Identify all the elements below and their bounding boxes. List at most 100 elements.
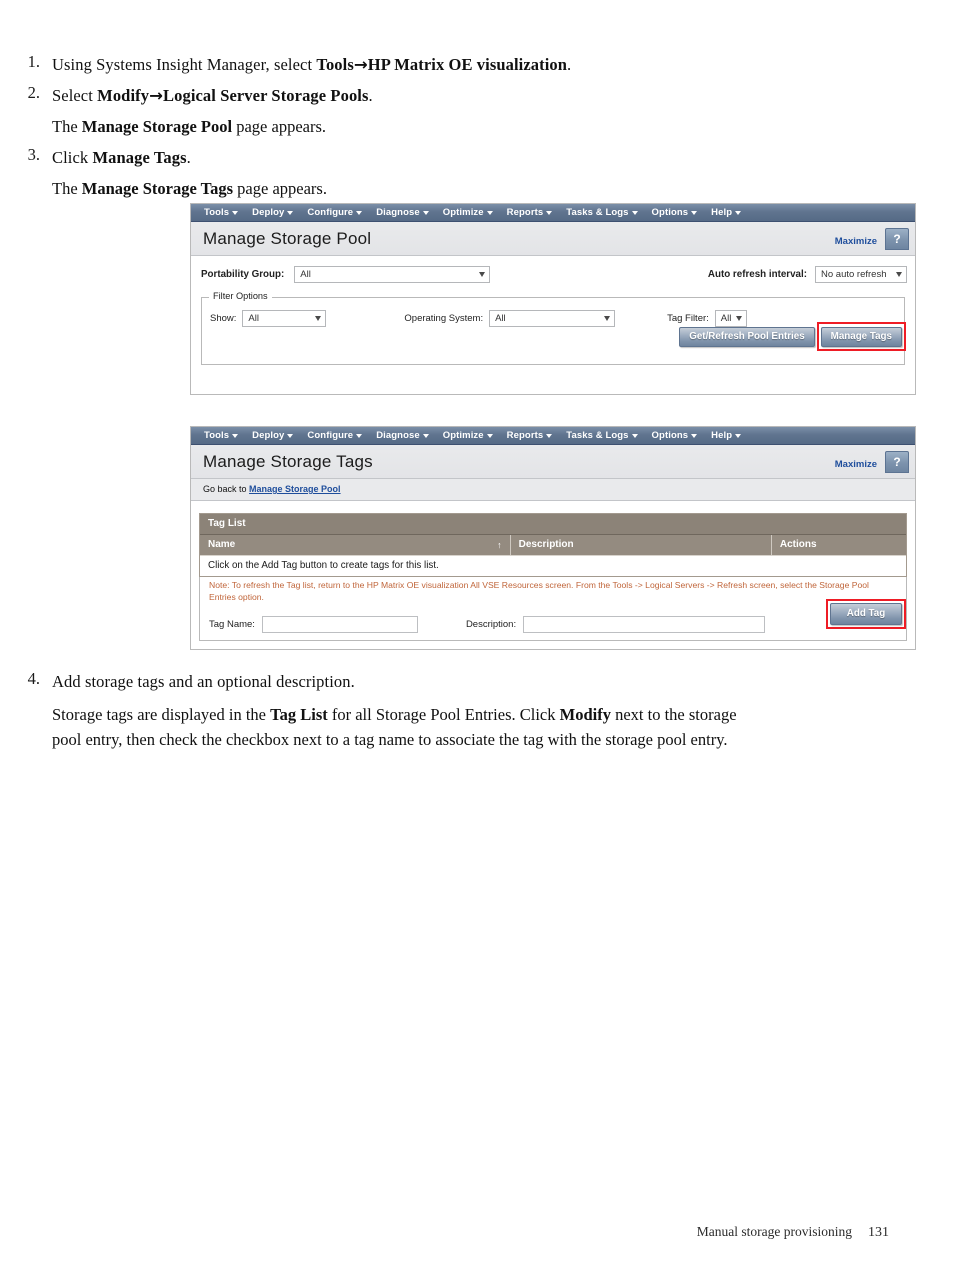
page-footer: Manual storage provisioning 131 [697,1224,889,1241]
help-button[interactable]: ? [885,451,909,473]
manage-tags-button[interactable]: Manage Tags [820,327,902,347]
manage-tags-highlight: Manage Tags [816,322,906,351]
menu-item-tools[interactable]: Tools [197,430,245,441]
chevron-down-icon [546,434,553,438]
step-subtext: The Manage Storage Pool page appears. [52,114,954,140]
step-text-part: . [567,55,572,74]
table-header-row: Name ↑ Description Actions [200,535,906,555]
menu-item-options[interactable]: Options [645,430,705,441]
chevron-down-icon [315,316,322,321]
step-text-part: Tools [316,55,354,74]
menu-item-tasks-and-logs[interactable]: Tasks & Logs [559,430,644,441]
column-header-label: Name [208,539,236,550]
column-header-name[interactable]: Name ↑ [200,535,511,555]
chevron-down-icon [735,211,742,215]
help-button[interactable]: ? [885,228,909,250]
menu-item-label: Options [651,430,689,441]
menu-item-reports[interactable]: Reports [500,207,560,218]
column-header-label: Actions [779,539,817,550]
screenshot-manage-storage-tags: Tools Deploy Configure Diagnose Optimize… [190,426,916,650]
chevron-down-icon [356,211,363,215]
chevron-down-icon [479,272,486,277]
list-item: 2. Select Modify→Logical Server Storage … [0,83,954,140]
portability-group-select[interactable]: All [294,266,491,283]
auto-refresh-select[interactable]: No auto refresh [815,266,907,283]
chevron-down-icon [735,434,742,438]
menu-item-options[interactable]: Options [645,207,705,218]
menu-item-reports[interactable]: Reports [500,430,560,441]
list-item: 3. Click Manage Tags. The Manage Storage… [0,145,954,202]
menu-item-label: Configure [307,207,354,218]
step-subtext: Storage tags are displayed in the Tag Li… [52,702,742,753]
page-header-actions: Maximize ? [835,445,915,478]
chevron-down-icon [356,434,363,438]
menu-item-label: Help [711,430,733,441]
sort-ascending-icon: ↑ [497,539,502,550]
column-header-description[interactable]: Description [511,535,772,555]
tag-list-empty-message: Click on the Add Tag button to create ta… [200,555,906,576]
step-text-part: Storage tags are displayed in the [52,704,271,724]
chevron-down-icon [896,272,902,277]
menu-item-configure[interactable]: Configure [300,207,369,218]
get-refresh-pool-entries-button[interactable]: Get/Refresh Pool Entries [679,326,815,347]
menu-item-diagnose[interactable]: Diagnose [369,430,436,441]
chevron-down-icon [422,434,429,438]
menu-item-label: Diagnose [376,207,420,218]
operating-system-select[interactable]: All [489,310,616,327]
chevron-down-icon [691,434,698,438]
menu-item-tasks-and-logs[interactable]: Tasks & Logs [559,207,644,218]
menu-item-label: Tasks & Logs [566,430,629,441]
menu-item-label: Tasks & Logs [566,207,629,218]
step-text-part: HP Matrix OE visualization [367,55,568,74]
list-item: 1. Using Systems Insight Manager, select… [0,52,954,78]
step-text: Add storage tags and an optional descrip… [52,669,355,695]
step-text-part: . [368,85,373,105]
chevron-down-icon [735,316,742,321]
step-text-part: The [52,117,82,137]
chevron-down-icon [287,434,294,438]
add-tag-highlight: Add Tag [826,599,906,630]
step-text-part: Modify [559,704,611,724]
step-text-part: Using Systems Insight Manager, select [52,55,317,74]
menu-item-tools[interactable]: Tools [197,207,245,218]
maximize-link[interactable]: Maximize [835,236,877,247]
step-number: 2. [27,82,40,102]
menu-item-help[interactable]: Help [704,430,748,441]
step-number: 1. [27,52,40,71]
menu-item-label: Options [651,207,689,218]
page-header: Manage Storage Pool Maximize ? [191,222,915,256]
chevron-down-icon [232,211,239,215]
menu-item-optimize[interactable]: Optimize [436,207,500,218]
maximize-link[interactable]: Maximize [835,459,877,470]
menu-item-label: Deploy [252,207,285,218]
menu-item-label: Optimize [442,430,484,441]
chevron-down-icon [691,211,698,215]
panel-body: Portability Group: All Auto refresh inte… [191,256,915,365]
add-tag-button[interactable]: Add Tag [830,603,902,626]
description-input[interactable] [523,616,766,634]
portability-group-row: Portability Group: All Auto refresh inte… [191,256,915,291]
menu-item-configure[interactable]: Configure [300,430,369,441]
menu-item-optimize[interactable]: Optimize [436,430,500,441]
filter-options-group: Filter Options Show: All Operating Syste… [201,291,906,365]
refresh-note: Note: To refresh the Tag list, return to… [199,577,907,608]
portability-group-label: Portability Group: [201,269,285,280]
step-text: Click Manage Tags. [52,145,191,171]
menu-item-diagnose[interactable]: Diagnose [369,207,436,218]
chevron-down-icon [486,434,493,438]
step-text-part: page appears. [233,179,327,199]
go-back-link[interactable]: Manage Storage Pool [249,484,341,494]
step-text-part: Logical Server Storage Pools [163,85,369,105]
menu-item-help[interactable]: Help [704,207,748,218]
menu-item-label: Tools [204,430,230,441]
step-number: 4. [27,669,40,688]
menu-item-deploy[interactable]: Deploy [245,207,300,218]
menu-item-label: Reports [506,430,544,441]
tag-name-input[interactable] [261,616,418,634]
page-header: Manage Storage Tags Maximize ? [191,445,915,479]
show-select[interactable]: All [242,310,327,327]
step-text: Using Systems Insight Manager, select To… [52,52,571,78]
menu-item-deploy[interactable]: Deploy [245,430,300,441]
menu-item-label: Deploy [252,430,285,441]
footer-page-number: 131 [868,1225,889,1240]
